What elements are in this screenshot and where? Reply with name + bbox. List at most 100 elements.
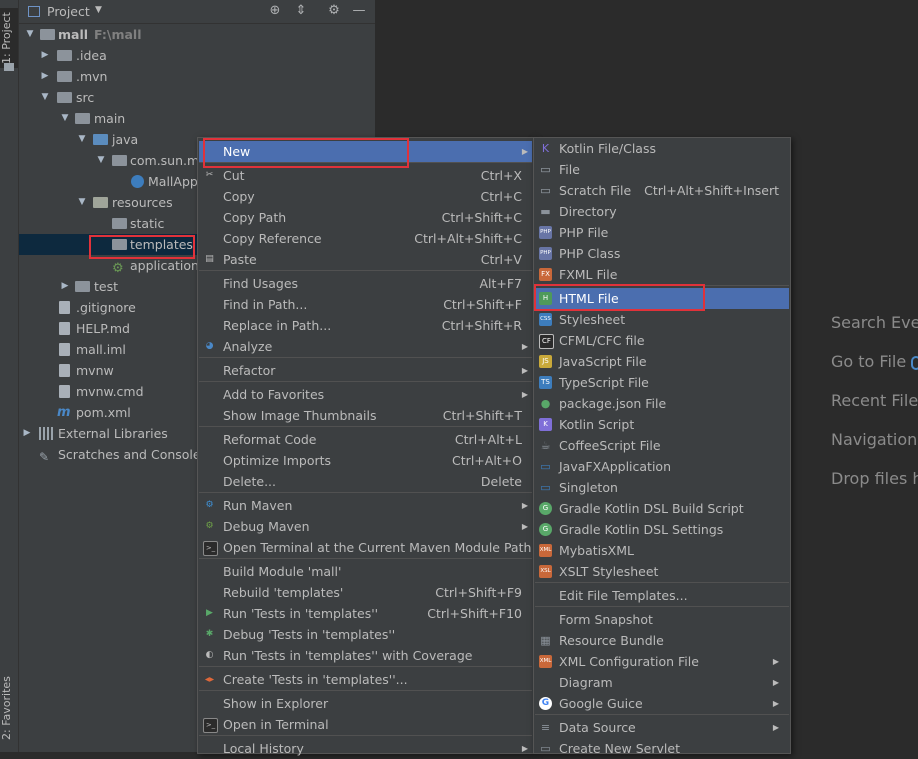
context-menu-item[interactable]: ⚙ Run Maven ▶ [199,495,532,516]
new-submenu-item[interactable]: JS JavaScript File [535,351,789,372]
new-submenu-item[interactable]: Edit File Templates... [535,585,789,606]
folder-icon [93,134,108,145]
new-submenu-item[interactable]: G Google Guice ▶ [535,693,789,714]
favorites-tool-tab[interactable]: 2: Favorites [0,672,18,744]
expand-right-icon[interactable]: ▶ [40,45,50,66]
new-submenu-item[interactable]: ● package.json File [535,393,789,414]
context-menu-item[interactable]: Refactor ▶ [199,360,532,381]
new-submenu-item[interactable]: PHP PHP Class [535,243,789,264]
tree-item-idea[interactable]: ▶ .idea [0,45,375,66]
menu-item-label: Diagram [559,675,613,690]
context-menu-item[interactable]: Rebuild 'templates' Ctrl+Shift+F9 [199,582,532,603]
expand-right-icon[interactable]: ▶ [40,66,50,87]
file-icon [59,301,70,314]
expand-right-icon[interactable]: ▶ [60,276,70,297]
locate-icon[interactable]: ⊕ [267,3,283,19]
context-menu-item[interactable]: Replace in Path... Ctrl+Shift+R [199,315,532,336]
new-submenu-item[interactable]: ▭ Scratch File Ctrl+Alt+Shift+Insert [535,180,789,201]
submenu-arrow-icon: ▶ [521,501,528,510]
expand-down-icon[interactable]: ▼ [40,87,50,108]
new-submenu-item[interactable]: K Kotlin Script [535,414,789,435]
context-menu-item[interactable]: Reformat Code Ctrl+Alt+L [199,429,532,450]
folder-icon [75,281,90,292]
new-submenu-item[interactable]: Diagram ▶ [535,672,789,693]
new-submenu-item[interactable]: XML XML Configuration File ▶ [535,651,789,672]
context-menu-item[interactable]: ◀▶ Create 'Tests in 'templates''... [199,669,532,690]
menu-item-shortcut: Delete [480,474,522,489]
new-submenu-item[interactable]: ▭ JavaFXApplication [535,456,789,477]
tree-item-mvn[interactable]: ▶ .mvn [0,66,375,87]
expand-down-icon[interactable]: ▼ [77,192,87,213]
scratches-icon: ✎ [39,450,50,464]
menu-item-label: PHP Class [559,246,621,261]
context-menu-item[interactable]: Copy Path Ctrl+Shift+C [199,207,532,228]
context-menu-item[interactable]: Find in Path... Ctrl+Shift+F [199,294,532,315]
file-icon [59,343,70,356]
context-menu-item[interactable]: Show Image Thumbnails Ctrl+Shift+T [199,405,532,426]
hide-icon[interactable]: — [351,3,367,19]
tree-item-src[interactable]: ▼ src [0,87,375,108]
context-menu-item[interactable]: ◕ Analyze ▶ [199,336,532,357]
context-menu-item[interactable]: Add to Favorites ▶ [199,384,532,405]
analyze-icon: ◕ [205,341,214,351]
new-submenu-item[interactable]: TS TypeScript File [535,372,789,393]
tree-item-label: External Libraries [58,426,168,441]
context-menu-item[interactable]: Build Module 'mall' [199,561,532,582]
context-menu-item[interactable]: Copy Reference Ctrl+Alt+Shift+C [199,228,532,249]
context-menu-item[interactable]: Show in Explorer [199,693,532,714]
new-submenu-item[interactable]: ☕ CoffeeScript File [535,435,789,456]
expand-down-icon[interactable]: ▼ [77,129,87,150]
new-submenu-item[interactable]: PHP PHP File [535,222,789,243]
context-menu-item[interactable]: Optimize Imports Ctrl+Alt+O [199,450,532,471]
context-menu-item[interactable]: >_ Open in Terminal [199,714,532,735]
expand-right-icon[interactable]: ▶ [22,423,32,444]
new-submenu-item[interactable]: ▭ File [535,159,789,180]
context-menu-item[interactable]: ◐ Run 'Tests in 'templates'' with Coverag… [199,645,532,666]
context-menu-item[interactable]: Find Usages Alt+F7 [199,273,532,294]
menu-item-label: Debug Maven [223,519,310,534]
menu-item-label: Create 'Tests in 'templates''... [223,672,408,687]
context-menu-item[interactable]: >_ Open Terminal at the Current Maven Mod… [199,537,532,558]
collapse-all-icon[interactable]: ⇕ [293,3,309,19]
expand-down-icon[interactable]: ▼ [60,108,70,129]
new-submenu-item[interactable]: ▭ Create New Servlet [535,738,789,759]
context-menu-item[interactable]: ✱ Debug 'Tests in 'templates'' [199,624,532,645]
new-submenu-item[interactable]: ≡ Data Source ▶ [535,717,789,738]
new-submenu-item[interactable]: ▬ Directory [535,201,789,222]
chevron-down-icon[interactable]: ▼ [95,5,102,15]
menu-item-label: Form Snapshot [559,612,653,627]
expand-down-icon[interactable]: ▼ [25,24,35,45]
new-submenu-item[interactable]: XSL XSLT Stylesheet [535,561,789,582]
menu-item-label: Optimize Imports [223,453,332,468]
project-path: F:\mall [94,27,142,42]
new-submenu: K Kotlin File/Class ▭ File ▭ Scratch File Ctrl… [533,137,791,756]
tree-item-main[interactable]: ▼ main [0,108,375,129]
new-submenu-item[interactable]: CSS Stylesheet [535,309,789,330]
context-menu-item[interactable]: Copy Ctrl+C [199,186,532,207]
menu-item-label: Edit File Templates... [559,588,688,603]
directory-icon: ▬ [540,205,551,218]
new-submenu-item[interactable]: G Gradle Kotlin DSL Build Script [535,498,789,519]
expand-down-icon[interactable]: ▼ [96,150,106,171]
context-menu-item[interactable]: Delete... Delete [199,471,532,492]
new-submenu-item[interactable]: ▭ Singleton [535,477,789,498]
gear-icon[interactable]: ⚙ [326,3,342,19]
menu-separator [535,582,789,583]
menu-item-shortcut: Ctrl+Shift+C [441,210,522,225]
context-menu-item[interactable]: ✂ Cut Ctrl+X [199,165,532,186]
context-menu-item[interactable]: Local History ▶ [199,738,532,759]
context-menu-item[interactable]: ▤ Paste Ctrl+V [199,249,532,270]
new-submenu-item[interactable]: XML MybatisXML [535,540,789,561]
project-panel-header: Project ▼ ⊕ ⇕ ⚙ — [19,0,375,24]
new-submenu-item[interactable]: FX FXML File [535,264,789,285]
new-submenu-item[interactable]: G Gradle Kotlin DSL Settings [535,519,789,540]
new-submenu-item[interactable]: CF CFML/CFC file [535,330,789,351]
menu-item-label: Copy Path [223,210,287,225]
new-submenu-item[interactable]: Form Snapshot [535,609,789,630]
new-submenu-item[interactable]: ▦ Resource Bundle [535,630,789,651]
tree-item-mall[interactable]: ▼ mall F:\mall [0,24,375,45]
new-submenu-item[interactable]: K Kotlin File/Class [535,138,789,159]
project-view-selector[interactable]: Project [47,4,90,19]
context-menu-item[interactable]: ▶ Run 'Tests in 'templates'' Ctrl+Shift+F1… [199,603,532,624]
context-menu-item[interactable]: ⚙ Debug Maven ▶ [199,516,532,537]
